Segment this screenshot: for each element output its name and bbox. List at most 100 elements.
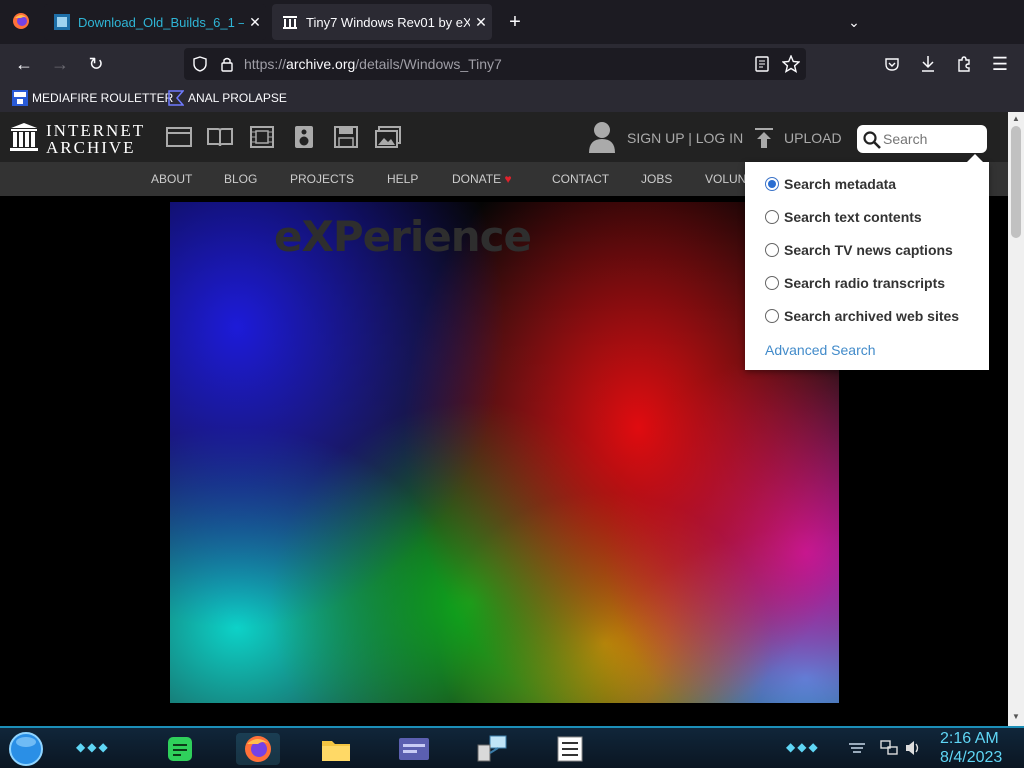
start-orb-icon[interactable] <box>8 731 44 767</box>
page-content: INTERNET ARCHIVE SIGN UP | LOG IN UPLOAD… <box>0 112 1008 726</box>
upload-link[interactable]: UPLOAD <box>784 130 842 146</box>
forward-arrow-icon[interactable]: → <box>48 52 72 76</box>
radio[interactable] <box>765 243 779 257</box>
lock-icon[interactable] <box>220 56 234 72</box>
shield-icon[interactable] <box>192 56 208 72</box>
archive-favicon-icon <box>283 16 297 29</box>
chevron-down-icon[interactable]: ⌄ <box>842 10 866 34</box>
scroll-down-arrow-icon[interactable]: ▼ <box>1012 712 1020 721</box>
new-tab-plus-icon[interactable]: + <box>503 10 527 34</box>
search-box[interactable] <box>857 125 987 153</box>
tab-title: Tiny7 Windows Rev01 by eXPer <box>306 14 470 30</box>
show-hidden-icons-icon[interactable] <box>848 741 866 755</box>
software-floppy-icon[interactable] <box>333 126 359 148</box>
search-icon[interactable] <box>863 131 881 149</box>
url-text[interactable]: https://archive.org/details/Windows_Tiny… <box>244 56 502 72</box>
user-avatar-icon[interactable] <box>589 121 615 153</box>
logo-line-2: ARCHIVE <box>46 138 136 157</box>
search-option-text-contents[interactable]: Search text contents <box>765 209 922 225</box>
clock-date[interactable]: 8/4/2023 <box>940 749 1002 767</box>
archive-logo-icon[interactable] <box>10 122 38 152</box>
url-domain: archive.org <box>286 56 356 72</box>
clock-time[interactable]: 2:16 AM <box>940 730 999 748</box>
option-label: Search radio transcripts <box>784 275 946 291</box>
nav-volunteer[interactable]: VOLUN <box>705 172 746 186</box>
list-document-icon <box>557 736 583 762</box>
tab-tiny7-windows[interactable]: Tiny7 Windows Rev01 by eXPer ✕ <box>272 4 492 40</box>
taskbar-explorer-app[interactable] <box>314 733 358 765</box>
nav-projects[interactable]: PROJECTS <box>290 172 354 186</box>
nav-about[interactable]: ABOUT <box>151 172 192 186</box>
bookmark-label: ANAL PROLAPSE <box>188 91 287 105</box>
donate-label: DONATE <box>452 172 502 186</box>
taskbar-notes-app[interactable] <box>158 733 202 765</box>
download-icon[interactable] <box>920 55 936 73</box>
nav-help[interactable]: HELP <box>387 172 418 186</box>
taskbar-decoration-right: ◆◆◆ <box>786 740 820 754</box>
search-input[interactable] <box>883 129 983 149</box>
close-tab-icon[interactable]: ✕ <box>470 14 492 31</box>
nav-jobs[interactable]: JOBS <box>641 172 672 186</box>
radio-selected[interactable] <box>765 177 779 191</box>
archive-logo-text[interactable]: INTERNET ARCHIVE <box>46 122 145 156</box>
back-arrow-icon[interactable]: ← <box>12 52 36 76</box>
texts-book-icon[interactable] <box>207 126 233 148</box>
firefox-icon <box>245 736 271 762</box>
bookmark-mediafire-rouletter[interactable]: MEDIAFIRE ROULETTER <box>12 89 173 107</box>
url-scheme: https:// <box>244 56 287 72</box>
logo-line-1: INTERNET <box>46 121 146 140</box>
images-icon[interactable] <box>375 126 401 148</box>
scrollbar-thumb[interactable] <box>1011 126 1021 238</box>
nav-contact[interactable]: CONTACT <box>552 172 609 186</box>
search-option-tv-captions[interactable]: Search TV news captions <box>765 242 953 258</box>
audio-speaker-icon[interactable] <box>291 126 317 148</box>
computer-network-icon <box>477 735 507 762</box>
hamburger-menu-icon[interactable]: ☰ <box>988 52 1012 76</box>
advanced-search-link[interactable]: Advanced Search <box>765 342 876 358</box>
tab-download-old-builds[interactable]: Download_Old_Builds_6_1 – Op ✕ <box>44 4 266 40</box>
taskbar-window-app[interactable] <box>392 733 436 765</box>
taskbar-decoration-left: ◆◆◆ <box>76 740 110 754</box>
tab-title: Download_Old_Builds_6_1 – Op <box>78 14 244 30</box>
nav-blog[interactable]: BLOG <box>224 172 257 186</box>
web-icon[interactable] <box>166 126 192 148</box>
scroll-up-arrow-icon[interactable]: ▲ <box>1012 114 1020 123</box>
extensions-puzzle-icon[interactable] <box>956 55 972 73</box>
taskbar-tasklist-app[interactable] <box>548 733 592 765</box>
site-favicon-icon <box>54 14 70 30</box>
url-path: /details/Windows_Tiny7 <box>355 56 502 72</box>
bookmark-anal-prolapse[interactable]: ANAL PROLAPSE <box>168 89 287 107</box>
nav-donate[interactable]: DONATE ♥ <box>452 172 512 186</box>
option-label: Search archived web sites <box>784 308 960 324</box>
cover-title: eXPerience <box>274 212 532 261</box>
upload-arrow-icon[interactable] <box>753 127 775 149</box>
volume-speaker-icon[interactable] <box>904 740 922 756</box>
search-options-dropdown: Search metadata Search text contents Sea… <box>745 154 989 370</box>
radio[interactable] <box>765 210 779 224</box>
taskbar: ◆◆◆ ◆◆◆ 2:16 AM 8/4/2023 <box>0 726 1024 768</box>
search-option-radio-transcripts[interactable]: Search radio transcripts <box>765 275 945 291</box>
signup-login-link[interactable]: SIGN UP | LOG IN <box>627 130 743 146</box>
search-option-archived-websites[interactable]: Search archived web sites <box>765 308 959 324</box>
folder-icon <box>322 741 350 761</box>
taskbar-network-app[interactable] <box>470 733 514 765</box>
close-tab-icon[interactable]: ✕ <box>244 14 266 31</box>
radio[interactable] <box>765 309 779 323</box>
firefox-menu-icon[interactable] <box>12 12 30 30</box>
bookmark-star-icon[interactable] <box>782 55 800 73</box>
option-label: Search TV news captions <box>784 242 953 258</box>
bookmarks-toolbar: MEDIAFIRE ROULETTER ANAL PROLAPSE <box>0 84 1024 112</box>
search-option-metadata[interactable]: Search metadata <box>765 176 896 192</box>
radio[interactable] <box>765 276 779 290</box>
reader-view-icon[interactable] <box>754 56 770 72</box>
bookmark-label: MEDIAFIRE ROULETTER <box>32 91 174 105</box>
taskbar-firefox-app[interactable] <box>236 733 280 765</box>
reload-icon[interactable]: ↻ <box>84 52 108 76</box>
url-bar[interactable]: https://archive.org/details/Windows_Tiny… <box>184 48 806 80</box>
pocket-icon[interactable] <box>884 56 900 72</box>
app-window-icon <box>399 738 429 760</box>
network-status-icon[interactable] <box>880 740 898 756</box>
tab-bar: Download_Old_Builds_6_1 – Op ✕ Tiny7 Win… <box>0 0 1024 44</box>
video-film-icon[interactable] <box>249 126 275 148</box>
page-scrollbar[interactable]: ▲ ▼ <box>1008 112 1024 726</box>
